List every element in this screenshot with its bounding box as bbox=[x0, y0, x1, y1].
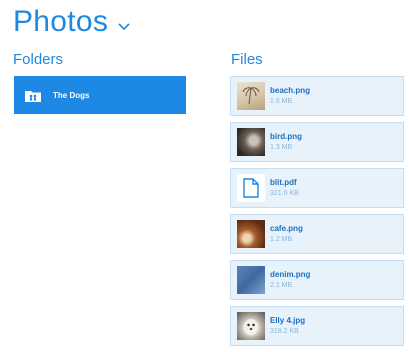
file-name: Elly 4.jpg bbox=[270, 316, 306, 325]
file-tile-beach[interactable]: beach.png 1.6 MB bbox=[230, 76, 404, 116]
folder-label: The Dogs bbox=[53, 90, 90, 100]
file-tile-bird[interactable]: bird.png 1.3 MB bbox=[230, 122, 404, 162]
folders-heading: Folders bbox=[13, 51, 64, 68]
chevron-down-icon bbox=[118, 20, 130, 32]
file-name: cafe.png bbox=[270, 224, 303, 233]
document-icon bbox=[237, 174, 265, 202]
file-tile-blit[interactable]: blit.pdf 321.6 KB bbox=[230, 168, 404, 208]
file-name: bird.png bbox=[270, 132, 302, 141]
files-heading: Files bbox=[231, 51, 263, 68]
app-title-dropdown[interactable]: Photos bbox=[13, 2, 130, 42]
file-thumbnail bbox=[237, 312, 265, 340]
file-size: 1.2 MB bbox=[270, 236, 293, 243]
file-size: 1.3 MB bbox=[270, 144, 293, 151]
file-size: 1.6 MB bbox=[270, 98, 293, 105]
folder-shared-icon bbox=[25, 89, 41, 102]
file-tile-cafe[interactable]: cafe.png 1.2 MB bbox=[230, 214, 404, 254]
file-name: blit.pdf bbox=[270, 178, 297, 187]
file-name: denim.png bbox=[270, 270, 311, 279]
file-size: 321.6 KB bbox=[270, 190, 299, 197]
file-tile-elly[interactable]: Elly 4.jpg 318.2 KB bbox=[230, 306, 404, 346]
file-size: 318.2 KB bbox=[270, 328, 299, 335]
file-size: 2.1 MB bbox=[270, 282, 293, 289]
file-thumbnail bbox=[237, 266, 265, 294]
file-thumbnail bbox=[237, 82, 265, 110]
file-tile-denim[interactable]: denim.png 2.1 MB bbox=[230, 260, 404, 300]
page-title: Photos bbox=[13, 5, 109, 38]
folder-tile-the-dogs[interactable]: The Dogs bbox=[14, 76, 186, 114]
file-thumbnail bbox=[237, 128, 265, 156]
files-list: beach.png 1.6 MB bird.png 1.3 MB blit.pd… bbox=[230, 76, 404, 352]
file-name: beach.png bbox=[270, 86, 311, 95]
file-thumbnail bbox=[237, 220, 265, 248]
